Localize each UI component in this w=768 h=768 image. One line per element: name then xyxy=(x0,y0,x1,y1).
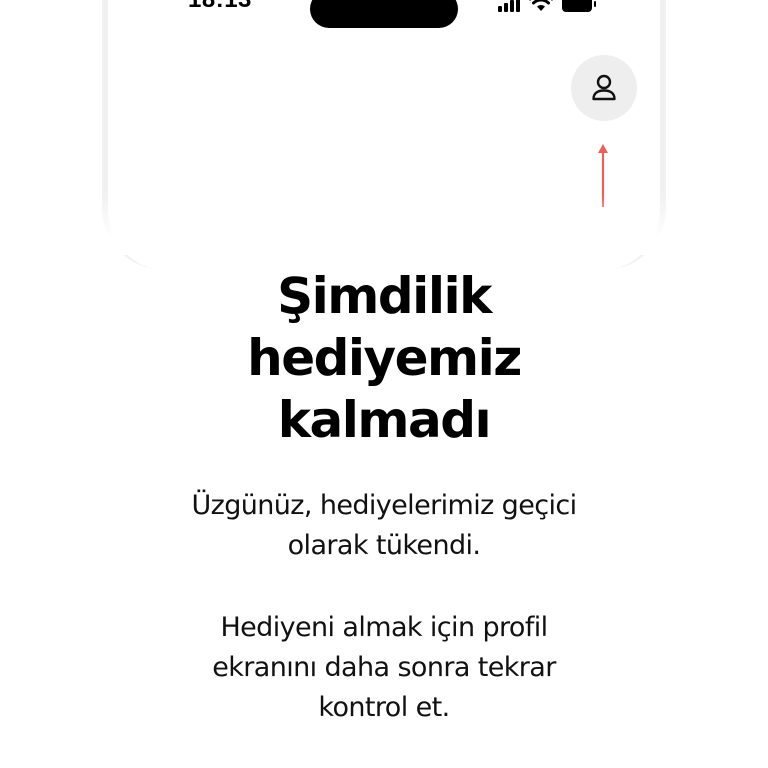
profile-button[interactable] xyxy=(571,55,637,121)
message-line: olarak tükendi. xyxy=(287,530,481,561)
page-title: Şimdilik hediyemiz kalmadı xyxy=(0,265,768,451)
phone-fade xyxy=(90,195,678,255)
dynamic-island xyxy=(310,0,458,28)
title-line: hediyemiz xyxy=(247,329,522,387)
signal-icon xyxy=(498,0,520,12)
battery-icon xyxy=(562,0,596,12)
message-line: kontrol et. xyxy=(318,692,450,723)
wifi-icon xyxy=(528,0,554,11)
message-line: Hediyeni almak için profil xyxy=(220,612,548,643)
title-line: kalmadı xyxy=(277,391,492,449)
sold-out-message: Üzgünüz, hediyelerimiz geçici olarak tük… xyxy=(0,486,768,566)
instruction-message: Hediyeni almak için profil ekranını daha… xyxy=(0,608,768,728)
message-line: Üzgünüz, hediyelerimiz geçici xyxy=(191,490,577,521)
page: 18:13 Şimdilik hediyemiz kalmadı Üzgünüz xyxy=(0,0,768,768)
person-icon xyxy=(592,74,616,101)
message-line: ekranını daha sonra tekrar xyxy=(212,652,556,683)
status-time: 18:13 xyxy=(188,0,252,14)
title-line: Şimdilik xyxy=(277,267,492,325)
status-icons xyxy=(498,0,596,12)
